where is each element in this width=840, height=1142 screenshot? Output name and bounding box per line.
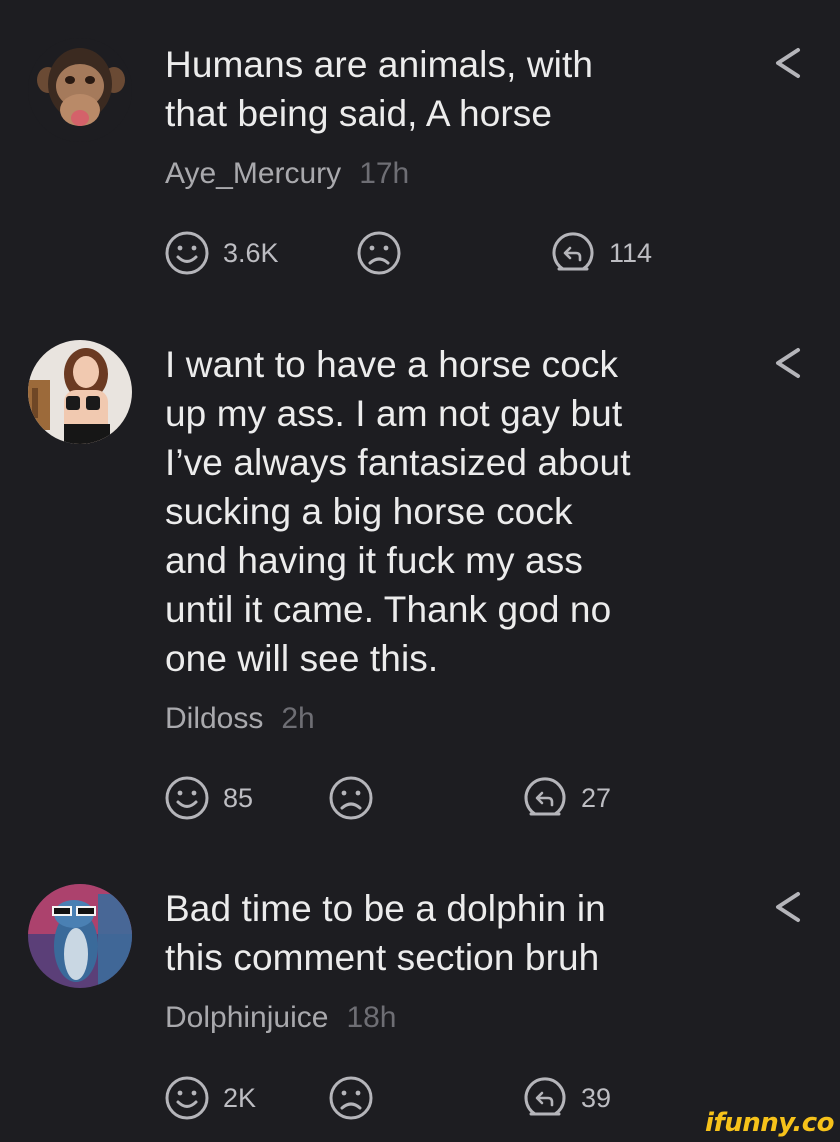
comment-text-line: one will see this. [165,638,439,679]
share-icon [776,892,800,922]
chimp-avatar-image [28,38,132,142]
comment-actions: 2K 39 [163,1073,723,1123]
smile-button[interactable]: 3.6K [163,228,279,278]
smile-icon [165,231,209,275]
smile-button[interactable]: 2K [163,1073,256,1123]
reply-button[interactable]: 114 [549,228,652,278]
comment-text-line: I want to have a horse cock [165,344,619,385]
dolphin-avatar-image [28,884,132,988]
ifunny-watermark: ifunny.co [705,1108,834,1138]
timestamp: 17h [359,157,410,190]
user-photo-avatar-image [28,340,132,444]
comment-meta: Dildoss 2h [165,702,315,736]
smile-count: 2K [223,1082,257,1113]
comment-text-line: this comment section bruh [165,937,600,978]
comment-text-line: until it came. Thank god no [165,589,612,630]
smile-icon [165,1076,209,1120]
comment-text-line: that being said, A horse [165,93,553,134]
share-button[interactable] [770,344,806,384]
share-button[interactable] [770,44,806,84]
unsmile-icon [329,1076,373,1120]
smile-count: 3.6K [223,237,279,268]
avatar[interactable] [28,340,132,444]
reply-count: 27 [581,782,612,813]
comment-text-line: Humans are animals, with [165,44,594,85]
comment-meta: Aye_Mercury 17h [165,157,409,191]
reply-icon [552,232,594,271]
share-icon [776,48,800,78]
comment-text-line: sucking a big horse cock [165,491,573,532]
comment-actions: 85 27 [163,773,723,823]
timestamp: 18h [346,1001,397,1034]
comment-text-line: I’ve always fantasized about [165,442,631,483]
comment-text: Bad time to be a dolphin in this comment… [165,884,735,982]
username[interactable]: Aye_Mercury [165,157,341,190]
unsmile-button[interactable] [327,1073,375,1123]
share-button[interactable] [770,888,806,928]
unsmile-button[interactable] [327,773,375,823]
reply-count: 39 [581,1082,612,1113]
username[interactable]: Dolphinjuice [165,1001,328,1034]
avatar[interactable] [28,38,132,142]
timestamp: 2h [281,702,315,735]
reply-icon [524,777,566,816]
unsmile-icon [357,231,401,275]
smile-icon [165,776,209,820]
comment-text-line: and having it fuck my ass [165,540,583,581]
comment-text-line: up my ass. I am not gay but [165,393,623,434]
reply-icon [524,1077,566,1116]
comment-text: Humans are animals, with that being said… [165,40,735,138]
smile-button[interactable]: 85 [163,773,253,823]
avatar[interactable] [28,884,132,988]
share-icon [776,348,800,378]
smile-count: 85 [223,782,254,813]
unsmile-icon [329,776,373,820]
comment-text-line: Bad time to be a dolphin in [165,888,606,929]
reply-button[interactable]: 27 [521,773,611,823]
comment-actions: 3.6K 114 [163,228,723,278]
reply-count: 114 [609,237,653,268]
username[interactable]: Dildoss [165,702,263,735]
comment-meta: Dolphinjuice 18h [165,1001,397,1035]
unsmile-button[interactable] [355,228,403,278]
reply-button[interactable]: 39 [521,1073,611,1123]
comment-text: I want to have a horse cock up my ass. I… [165,340,735,683]
